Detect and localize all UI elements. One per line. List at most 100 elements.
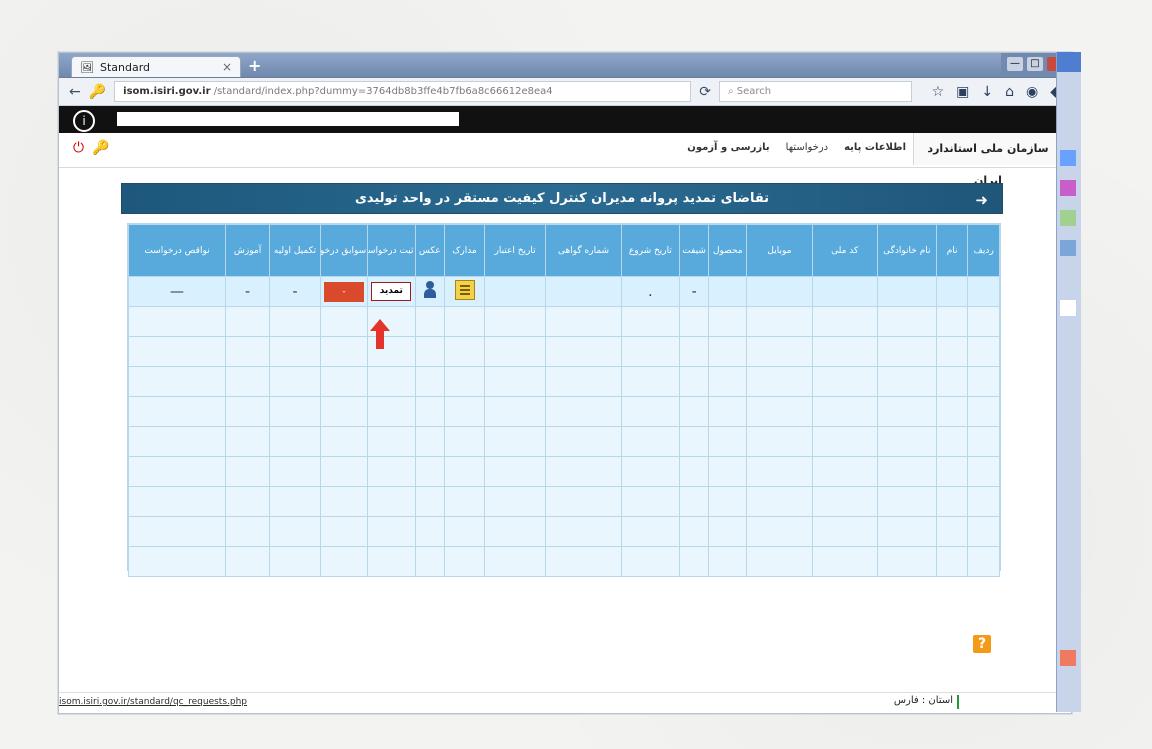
navigation-bar: ← 🔑 isom.isiri.gov.ir /standard/index.ph… [59, 78, 1071, 106]
key-icon[interactable]: 🔑 [92, 140, 109, 156]
title-bar: 🖼 Standard × + — □ ✕ [59, 53, 1071, 78]
province-value: فارس [893, 695, 919, 706]
annotation-arrow-icon [370, 319, 390, 349]
library-icon[interactable]: ▣ [956, 84, 969, 100]
requests-grid: ردیف نام نام خانوادگی کد ملی موبایل محصو… [128, 224, 1000, 577]
reload-icon[interactable]: ⟳ [699, 84, 711, 100]
menu-item-requests[interactable]: درخواستها [786, 142, 828, 153]
header-validity-date: تاریخ اعتبار [484, 224, 547, 277]
header-product: محصول [708, 224, 748, 277]
cell-shift: - [678, 276, 710, 307]
table-row [128, 396, 1000, 427]
photo-icon[interactable] [422, 281, 438, 299]
history-button[interactable]: - [323, 281, 364, 302]
header-certificate-number: شماره گواهی [545, 224, 622, 277]
page-title-banner: تقاضای تمدید پروانه مدیران کنترل کیفیت م… [121, 183, 1003, 214]
main-menu: سازمان ملی استاندارد ایران اطلاعات پایه … [59, 133, 1071, 187]
back-icon[interactable]: ← [69, 84, 81, 100]
status-province: استان : فارس [894, 695, 953, 706]
table-row [128, 336, 1000, 367]
header-shift: شیفت [678, 224, 710, 277]
header-training: آموزش [224, 224, 271, 277]
minimize-button[interactable]: — [1007, 57, 1023, 71]
cell-initial-completion: - [269, 276, 321, 307]
header-mobile: موبایل [746, 224, 813, 277]
cell-validity-date [484, 276, 547, 307]
header-start-date: تاریخ شروع [620, 224, 680, 277]
cell-request-history[interactable]: - [319, 276, 369, 307]
sidebar-app-icon[interactable] [1060, 210, 1076, 226]
header-initial-completion: تکمیل اولیه [269, 224, 321, 277]
browser-tab[interactable]: 🖼 Standard × [71, 56, 241, 77]
cell-submit-request[interactable]: تمدید [367, 276, 416, 307]
cell-last-name [876, 276, 937, 307]
table-row [128, 546, 1000, 577]
cell-photo[interactable] [414, 276, 446, 307]
header-photo: عکس [414, 224, 446, 277]
tab-close-icon[interactable]: × [222, 60, 232, 74]
new-tab-button[interactable]: + [248, 56, 261, 75]
chat-icon[interactable]: ◉ [1026, 84, 1038, 100]
redacted-user-area [117, 112, 459, 126]
help-button[interactable]: ? [973, 635, 991, 653]
bookmark-star-icon[interactable]: ☆ [932, 84, 945, 100]
search-input[interactable]: ⌕ Search [718, 81, 912, 102]
toolbar-icons: ☆ ▣ ↓ ⌂ ◉ ◆ [932, 84, 1061, 100]
header-national-code: کد ملی [811, 224, 878, 277]
organization-title: سازمان ملی استاندارد ایران [913, 133, 1063, 187]
cell-first-name [935, 276, 969, 307]
search-placeholder: Search [736, 86, 772, 97]
user-icon[interactable]: i [73, 110, 95, 132]
status-bar: isom.isiri.gov.ir/standard/qc_requests.p… [59, 692, 1071, 713]
table-header-row: ردیف نام نام خانوادگی کد ملی موبایل محصو… [128, 224, 1000, 277]
requests-table: ردیف نام نام خانوادگی کد ملی موبایل محصو… [127, 223, 1001, 577]
table-row[interactable]: - . تمدید - - - — [128, 276, 1000, 307]
sidebar-app-icon[interactable] [1060, 150, 1076, 166]
extension-button[interactable]: تمدید [371, 282, 412, 301]
sidebar-app-icon[interactable] [1060, 300, 1076, 316]
header-documents: مدارک [444, 224, 486, 277]
back-arrow-icon[interactable]: ➜ [975, 191, 988, 209]
cell-certificate-number [545, 276, 622, 307]
menu-item-base-info[interactable]: اطلاعات پایه [844, 142, 906, 153]
home-icon[interactable]: ⌂ [1005, 84, 1014, 100]
tab-title: Standard [99, 60, 151, 74]
table-row [128, 486, 1000, 517]
header-row-number: ردیف [967, 224, 1000, 277]
status-link[interactable]: isom.isiri.gov.ir/standard/qc_requests.p… [59, 697, 247, 707]
download-icon[interactable]: ↓ [981, 84, 993, 100]
status-url: isom.isiri.gov.ir/standard/qc_requests.p… [59, 697, 247, 707]
sidebar-app-icon[interactable] [1060, 240, 1076, 256]
maximize-button[interactable]: □ [1027, 57, 1043, 71]
province-label: استان : [921, 695, 953, 706]
address-bar[interactable]: isom.isiri.gov.ir /standard/index.php?du… [114, 81, 692, 102]
menu-actions: ⏻ 🔑 [73, 140, 110, 156]
cell-training: - [224, 276, 271, 307]
cell-mobile [746, 276, 813, 307]
header-request-defects: نواقص درخواست [128, 224, 226, 277]
search-icon: ⌕ [727, 86, 734, 97]
page-title: تقاضای تمدید پروانه مدیران کنترل کیفیت م… [354, 191, 770, 206]
header-request-history: سوابق درخواست [319, 224, 369, 277]
url-domain: isom.isiri.gov.ir [123, 86, 211, 97]
sidebar-app-icon[interactable] [1060, 180, 1076, 196]
cell-documents[interactable] [444, 276, 486, 307]
menu-item-inspection[interactable]: بازرسی و آزمون [687, 142, 769, 153]
right-sidebar-strip [1056, 52, 1081, 712]
header-submit-request: ثبت درخواست [367, 224, 416, 277]
security-icon[interactable]: 🔑 [89, 84, 106, 100]
user-bar: i [59, 106, 1071, 133]
cell-product [708, 276, 748, 307]
header-last-name: نام خانوادگی [876, 224, 937, 277]
cell-request-defects: — [128, 276, 226, 307]
cell-row-number [967, 276, 1000, 307]
menu-items: اطلاعات پایه درخواستها بازرسی و آزمون [687, 142, 906, 153]
header-first-name: نام [935, 224, 969, 277]
browser-window: 🖼 Standard × + — □ ✕ ← 🔑 isom.isiri.gov.… [58, 52, 1072, 714]
sidebar-app-icon[interactable] [1060, 650, 1076, 666]
table-row [128, 366, 1000, 397]
status-indicator [957, 695, 959, 709]
documents-icon[interactable] [454, 280, 475, 300]
table-row [128, 426, 1000, 457]
power-icon[interactable]: ⏻ [73, 140, 84, 156]
